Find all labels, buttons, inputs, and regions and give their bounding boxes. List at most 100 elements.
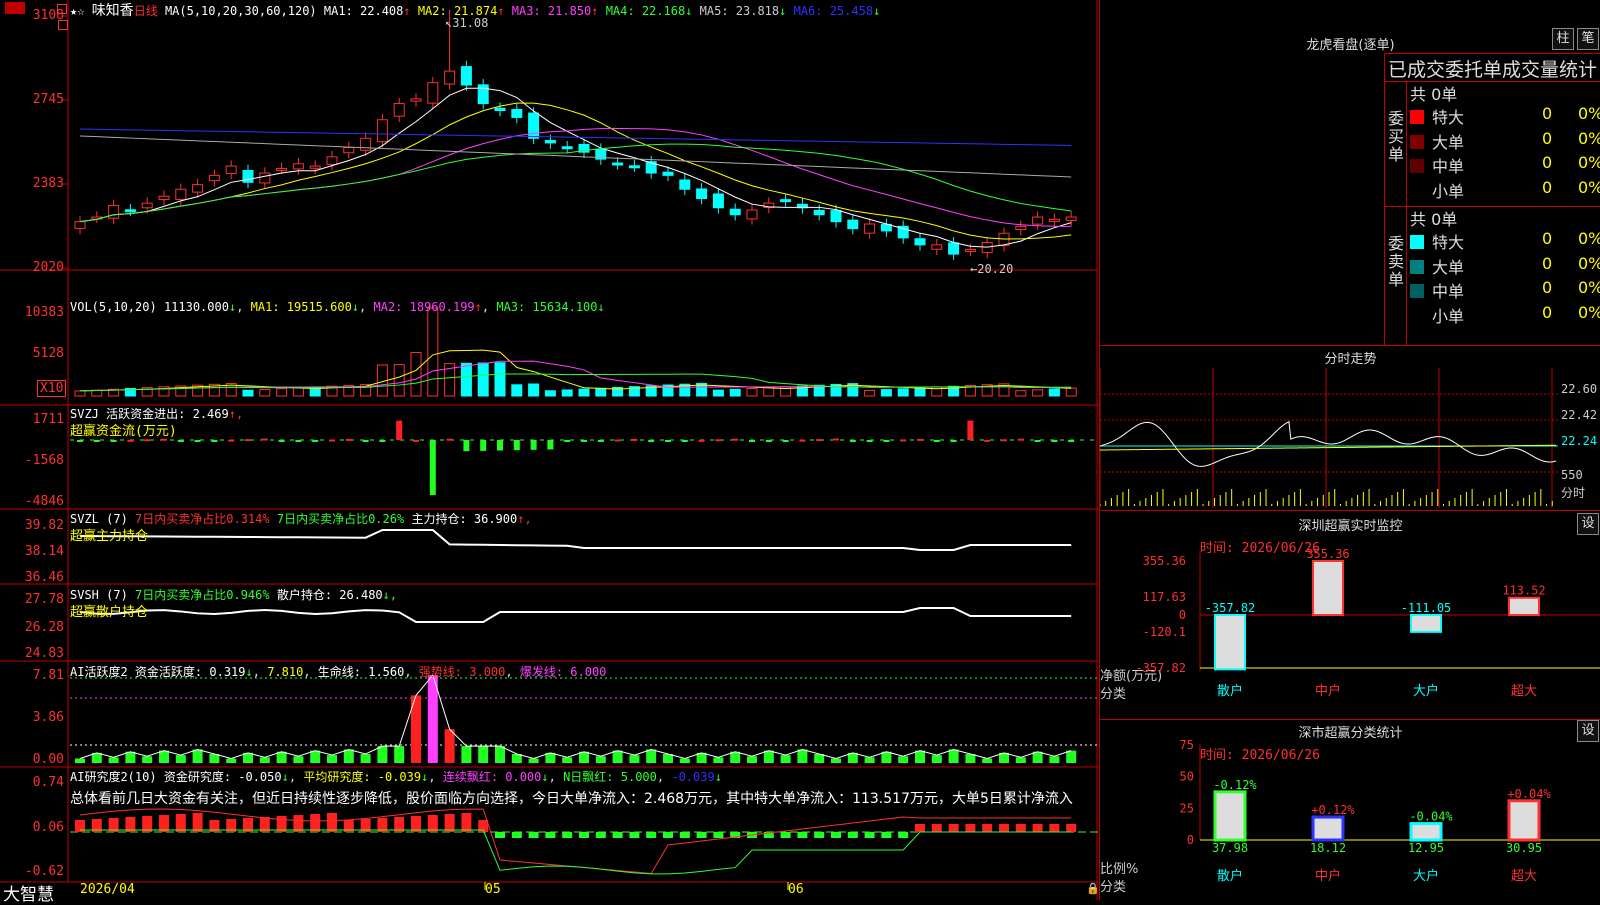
svzj-axis-3: -4846 <box>24 494 64 509</box>
candle-body <box>612 162 624 166</box>
ma-legend-item: MA5: 23.818 <box>692 4 780 18</box>
ma-legend-item: MA4: 22.168 <box>598 4 686 18</box>
ai2-summary: 总体看前几日大资金有关注，但近日持续性逐步降低，股价面临方向选择，今日大单净流入… <box>70 791 1073 807</box>
color-swatch <box>1410 183 1424 198</box>
volume-bar <box>1032 389 1044 397</box>
classify-bar <box>1409 822 1443 842</box>
dragon-row: 中单 0 0% <box>1410 153 1600 177</box>
bar-mode-button[interactable]: 柱 <box>1552 28 1574 50</box>
ai1-axis-1: 7.81 <box>32 668 64 683</box>
ai1-bar <box>293 756 304 763</box>
svzl-axis-1: 39.82 <box>24 518 64 533</box>
svzj-bar <box>984 439 991 442</box>
row-label: 中单 <box>1432 157 1465 176</box>
ai2-axis-2: 0.06 <box>32 820 64 835</box>
ai1-bar <box>159 750 169 763</box>
candle-body <box>276 167 288 171</box>
svzj-bar <box>1068 440 1075 442</box>
candle-body <box>427 82 439 104</box>
volume-bar <box>427 307 439 397</box>
svzj-bar <box>245 439 251 442</box>
candle-body <box>158 195 170 200</box>
candle-body <box>964 248 976 252</box>
ai2-bar <box>831 832 841 838</box>
dragon-row: 特大 0 0% <box>1410 229 1600 253</box>
ai2-bar <box>814 832 825 838</box>
ai1-bar <box>780 755 791 763</box>
ai1-bar <box>377 746 388 763</box>
svzj-bar <box>463 440 470 452</box>
svzj-bar <box>698 439 705 442</box>
classify-bar <box>1507 799 1541 842</box>
svzj-bar <box>799 439 806 442</box>
ai2-bar <box>528 832 539 838</box>
period-label: 日线 <box>133 4 158 18</box>
svzj-axis-2: -1568 <box>24 453 64 468</box>
ai2-bar <box>595 832 606 838</box>
minute-chart[interactable] <box>1100 368 1558 508</box>
candle-body <box>1065 216 1077 221</box>
candle-body <box>528 112 540 139</box>
ma-legend-item: MA1: 22.408 <box>323 4 404 18</box>
ai2-bar <box>663 832 673 838</box>
ai2-bar <box>579 832 589 838</box>
row-label: 大单 <box>1432 132 1465 152</box>
svzj-bar <box>1034 440 1041 442</box>
lock-icon[interactable]: 🔒 <box>1086 882 1100 895</box>
minute-axis-3: 22.24 <box>1561 434 1598 448</box>
ai2-bar <box>1015 824 1026 832</box>
svzl-subtitle: 超赢主力持仓 <box>70 529 149 544</box>
row-label: 小单 <box>1432 306 1465 326</box>
tick-mode-button[interactable]: 笔 <box>1577 28 1599 50</box>
candle-body <box>343 147 355 154</box>
dragon-panel: 龙虎看盘(逐单) 柱 笔 已成交委托单成交量统计 委买单 委卖单 共 0单 共 … <box>1100 0 1600 346</box>
color-swatch <box>1410 259 1424 274</box>
volume-bar <box>746 388 758 397</box>
svzj-bar <box>228 439 235 442</box>
row-label: 中单 <box>1432 282 1465 301</box>
svzj-bar <box>93 440 100 442</box>
ai2-bar <box>965 824 976 832</box>
monitor-bar-label: -357.82 <box>1205 601 1256 615</box>
svzj-bar <box>917 438 923 441</box>
ai2-bar <box>713 832 724 838</box>
ai1-bar <box>915 750 925 763</box>
price-axis-1: 3108 <box>32 8 64 23</box>
candle-body <box>74 221 86 230</box>
monitor-axis-label: -120.1 <box>1143 625 1186 639</box>
volume-bar <box>242 389 254 397</box>
color-swatch <box>1410 235 1424 249</box>
volume-bar <box>544 390 556 397</box>
ai1-bar <box>595 756 606 763</box>
svzj-bar <box>816 439 823 442</box>
svzj-bar <box>1001 439 1007 442</box>
ai1-bar <box>982 758 993 763</box>
candle-body <box>914 238 926 246</box>
dragon-row: 大单 0 0% <box>1410 254 1600 278</box>
candle-body <box>225 165 237 175</box>
dragon-row: 大单 0 0% <box>1410 129 1600 153</box>
candle-body <box>712 193 724 209</box>
svzj-bar <box>866 440 873 442</box>
main-chart-area[interactable] <box>0 0 1098 900</box>
svzj-bar <box>110 440 117 442</box>
volume-bar <box>712 389 724 397</box>
monitor-bar <box>1214 614 1246 671</box>
ai1-bar <box>343 749 354 763</box>
ai2-bar <box>847 832 858 838</box>
volume-bar <box>528 383 540 397</box>
svzj-bar <box>681 440 688 442</box>
candle-body <box>393 103 405 117</box>
price-axis-3: 2383 <box>32 176 64 191</box>
ai1-bar <box>192 749 203 763</box>
classify-chart[interactable]: 75 50 25 0 -0.12% 37.98 散户 +0.12% 18.12 中户 -0.04% 1… <box>1100 720 1600 900</box>
x-label-apr: 2026/04 <box>80 882 135 897</box>
x-label-may: 05 <box>485 882 501 897</box>
svzj-bar <box>765 440 772 442</box>
ai1-bar <box>1066 750 1077 763</box>
monitor-chart[interactable]: 355.36 117.63 0 -120.1 -357.82 -357.82 散户 355.3… <box>1100 511 1600 719</box>
monitor-panel: 深圳超赢实时监控 设 时间: 2026/06/26 净额(万元) 分类 355.… <box>1100 511 1600 720</box>
volume-bar <box>578 388 590 397</box>
svzj-bar <box>597 440 604 442</box>
app-logo: 大智慧 <box>3 885 54 905</box>
